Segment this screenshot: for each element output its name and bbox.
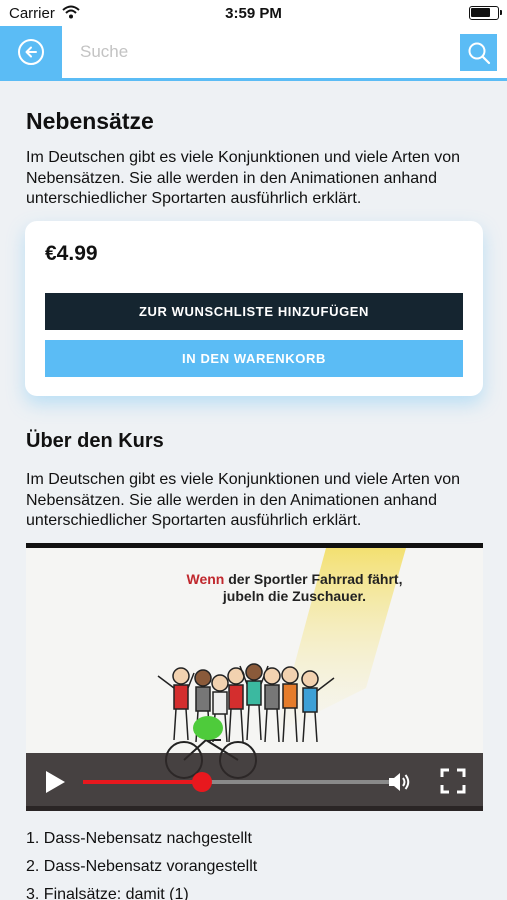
lesson-item[interactable]: 2. Dass-Nebensatz vorangestellt (26, 856, 257, 884)
video-caption: Wenn der Sportler Fahrrad fährt, jubeln … (26, 571, 483, 605)
lesson-item[interactable]: 3. Finalsätze: damit (1) (26, 884, 257, 900)
top-bar (0, 26, 507, 81)
volume-icon[interactable] (386, 769, 412, 795)
caption-line1: der Sportler Fahrrad fährt, (224, 571, 403, 587)
price-label: €4.99 (45, 242, 98, 265)
progress-fill (83, 780, 202, 784)
progress-knob[interactable] (191, 772, 212, 792)
caption-line2: jubeln die Zuschauer. (222, 588, 367, 604)
back-button[interactable] (0, 26, 62, 78)
purchase-card: €4.99 ZUR WUNSCHLISTE HINZUFÜGEN IN DEN … (25, 221, 483, 396)
magnifier-icon (468, 42, 490, 64)
course-description: Im Deutschen gibt es viele Konjunktionen… (26, 471, 461, 529)
battery-icon (469, 6, 502, 20)
video-player[interactable]: Wenn der Sportler Fahrrad fährt, jubeln … (26, 543, 483, 811)
add-to-cart-button[interactable]: IN DEN WARENKORB (45, 340, 463, 377)
progress-bar[interactable] (83, 772, 395, 792)
search-input[interactable] (72, 36, 452, 68)
add-to-wishlist-button[interactable]: ZUR WUNSCHLISTE HINZUFÜGEN (45, 293, 463, 330)
section-title-about: Über den Kurs (26, 430, 164, 452)
status-time: 3:59 PM (225, 5, 282, 22)
back-arrow-circle-icon (18, 39, 44, 65)
caption-highlight: Wenn (186, 571, 225, 587)
search-button[interactable] (460, 34, 497, 71)
play-icon[interactable] (46, 771, 65, 793)
fullscreen-icon[interactable] (440, 768, 466, 794)
product-description: Im Deutschen gibt es viele Konjunktionen… (26, 149, 461, 207)
video-controls (26, 753, 483, 811)
product-title: Nebensätze (26, 108, 154, 134)
status-bar: Carrier 3:59 PM (0, 0, 507, 26)
lesson-item[interactable]: 1. Dass-Nebensatz nachgestellt (26, 828, 257, 856)
lesson-list: 1. Dass-Nebensatz nachgestellt 2. Dass-N… (26, 828, 257, 900)
